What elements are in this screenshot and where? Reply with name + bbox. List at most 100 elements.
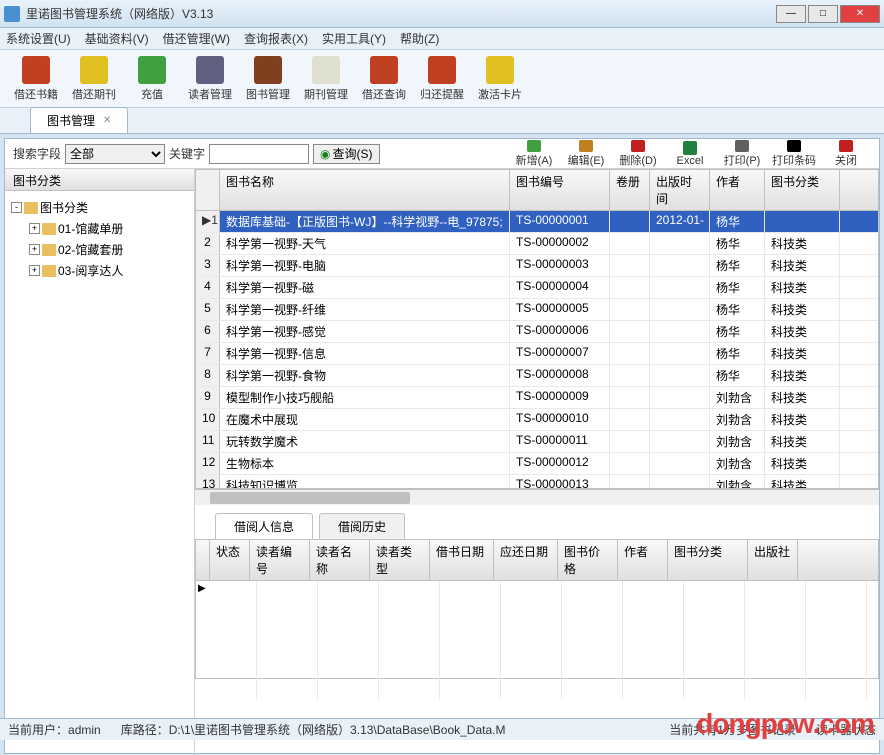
tool-btn-6[interactable]: 借还查询 bbox=[358, 53, 410, 105]
search-keyword-input[interactable] bbox=[209, 144, 309, 164]
sub-grid-header: 状态读者编号读者名称读者类型借书日期应还日期图书价格作者图书分类出版社 bbox=[196, 540, 878, 581]
tool-label: 图书管理 bbox=[246, 86, 290, 102]
action-label: 打印条码 bbox=[772, 152, 816, 168]
toolbar: 借还书籍借还期刊充值 读者管理图书管理期刊管理借还查询归还提醒激活卡片 bbox=[0, 50, 884, 108]
table-row[interactable]: 12 生物标本 TS-00000012 刘勃含 科技类 bbox=[196, 453, 878, 475]
sub-col-9[interactable]: 出版社 bbox=[748, 540, 798, 580]
action-btn-6[interactable]: 关闭 bbox=[821, 140, 871, 168]
tool-btn-2[interactable]: 充值 bbox=[126, 53, 178, 105]
tool-icon bbox=[254, 56, 282, 84]
sub-col-6[interactable]: 图书价格 bbox=[558, 540, 618, 580]
tool-icon bbox=[312, 56, 340, 84]
table-row[interactable]: 13 科技知识博览 TS-00000013 刘勃含 科技类 bbox=[196, 475, 878, 489]
action-label: 打印(P) bbox=[724, 152, 761, 168]
tab-book-manage[interactable]: 图书管理 ✕ bbox=[30, 107, 128, 133]
action-label: 编辑(E) bbox=[568, 152, 605, 168]
scroll-thumb[interactable] bbox=[210, 492, 410, 504]
search-button[interactable]: ◉ 查询(S) bbox=[313, 144, 379, 164]
tool-icon bbox=[80, 56, 108, 84]
action-bar: 新增(A) 编辑(E) 删除(D) Excel 打印(P) 打印条码关闭 bbox=[509, 139, 871, 169]
sub-col-8[interactable]: 图书分类 bbox=[668, 540, 748, 580]
book-grid[interactable]: 图书名称 图书编号 卷册 出版时间 作者 图书分类 ▶1 数据库基础-【正版图书… bbox=[195, 169, 879, 489]
close-button[interactable]: ✕ bbox=[840, 5, 880, 23]
sub-col-1[interactable]: 读者编号 bbox=[250, 540, 310, 580]
menu-borrow[interactable]: 借还管理(W) bbox=[163, 30, 230, 47]
tree-expand-icon[interactable]: - bbox=[11, 202, 22, 213]
folder-icon bbox=[24, 202, 38, 214]
col-date[interactable]: 出版时间 bbox=[650, 170, 710, 210]
sub-col-0[interactable]: 状态 bbox=[210, 540, 250, 580]
action-btn-1[interactable]: 编辑(E) bbox=[561, 140, 611, 168]
table-row[interactable]: ▶1 数据库基础-【正版图书-WJ】--科学视野--电_97875; TS-00… bbox=[196, 211, 878, 233]
table-row[interactable]: 4 科学第一视野-磁 TS-00000004 杨华 科技类 bbox=[196, 277, 878, 299]
col-code[interactable]: 图书编号 bbox=[510, 170, 610, 210]
sub-col-2[interactable]: 读者名称 bbox=[310, 540, 370, 580]
grid-header: 图书名称 图书编号 卷册 出版时间 作者 图书分类 bbox=[196, 170, 878, 211]
table-row[interactable]: 10 在魔术中展现 TS-00000010 刘勃含 科技类 bbox=[196, 409, 878, 431]
tree-node-2[interactable]: +03-阅享达人 bbox=[29, 260, 188, 281]
table-row[interactable]: 2 科学第一视野-天气 TS-00000002 杨华 科技类 bbox=[196, 233, 878, 255]
minimize-button[interactable]: — bbox=[776, 5, 806, 23]
tree-node-0[interactable]: +01-馆藏单册 bbox=[29, 218, 188, 239]
menu-tools[interactable]: 实用工具(Y) bbox=[322, 30, 386, 47]
tree-expand-icon[interactable]: + bbox=[29, 223, 40, 234]
tool-label: 充值 bbox=[141, 86, 163, 102]
tab-label: 图书管理 bbox=[47, 112, 95, 129]
tool-btn-7[interactable]: 归还提醒 bbox=[416, 53, 468, 105]
tool-btn-5[interactable]: 期刊管理 bbox=[300, 53, 352, 105]
table-row[interactable]: 7 科学第一视野-信息 TS-00000007 杨华 科技类 bbox=[196, 343, 878, 365]
maximize-button[interactable]: □ bbox=[808, 5, 838, 23]
table-row[interactable]: 5 科学第一视野-纤维 TS-00000005 杨华 科技类 bbox=[196, 299, 878, 321]
sub-grid[interactable]: 状态读者编号读者名称读者类型借书日期应还日期图书价格作者图书分类出版社 ▶ bbox=[195, 539, 879, 679]
sub-grid-body: ▶ bbox=[196, 581, 878, 699]
search-keyword-label: 关键字 bbox=[169, 145, 205, 162]
tree-expand-icon[interactable]: + bbox=[29, 265, 40, 276]
search-field-select[interactable]: 全部 bbox=[65, 144, 165, 164]
col-cat[interactable]: 图书分类 bbox=[765, 170, 840, 210]
menu-help[interactable]: 帮助(Z) bbox=[400, 30, 439, 47]
tree-header: 图书分类 bbox=[5, 169, 194, 191]
search-icon: ◉ bbox=[320, 147, 330, 161]
col-author[interactable]: 作者 bbox=[710, 170, 765, 210]
table-row[interactable]: 9 模型制作小技巧舰船 TS-00000009 刘勃含 科技类 bbox=[196, 387, 878, 409]
action-label: 新增(A) bbox=[516, 152, 553, 168]
table-row[interactable]: 3 科学第一视野-电脑 TS-00000003 杨华 科技类 bbox=[196, 255, 878, 277]
tool-btn-3[interactable]: 读者管理 bbox=[184, 53, 236, 105]
horizontal-scrollbar[interactable] bbox=[195, 489, 879, 505]
tab-close-icon[interactable]: ✕ bbox=[103, 115, 111, 126]
tree-root[interactable]: - 图书分类 bbox=[11, 197, 188, 218]
table-row[interactable]: 11 玩转数学魔术 TS-00000011 刘勃含 科技类 bbox=[196, 431, 878, 453]
menu-query[interactable]: 查询报表(X) bbox=[244, 30, 308, 47]
table-row[interactable]: 6 科学第一视野-感觉 TS-00000006 杨华 科技类 bbox=[196, 321, 878, 343]
grid-panel: 图书名称 图书编号 卷册 出版时间 作者 图书分类 ▶1 数据库基础-【正版图书… bbox=[195, 169, 879, 755]
action-btn-0[interactable]: 新增(A) bbox=[509, 140, 559, 168]
sub-tab-history[interactable]: 借阅历史 bbox=[319, 513, 405, 539]
action-label: Excel bbox=[677, 155, 704, 167]
tool-btn-1[interactable]: 借还期刊 bbox=[68, 53, 120, 105]
menu-basic[interactable]: 基础资料(V) bbox=[85, 30, 149, 47]
sub-col-3[interactable]: 读者类型 bbox=[370, 540, 430, 580]
action-btn-4[interactable]: 打印(P) bbox=[717, 140, 767, 168]
sub-col-4[interactable]: 借书日期 bbox=[430, 540, 494, 580]
menu-system[interactable]: 系统设置(U) bbox=[6, 30, 71, 47]
col-vol[interactable]: 卷册 bbox=[610, 170, 650, 210]
action-label: 删除(D) bbox=[619, 152, 656, 168]
sub-col-5[interactable]: 应还日期 bbox=[494, 540, 558, 580]
tool-btn-0[interactable]: 借还书籍 bbox=[10, 53, 62, 105]
table-row[interactable]: 8 科学第一视野-食物 TS-00000008 杨华 科技类 bbox=[196, 365, 878, 387]
folder-icon bbox=[42, 244, 56, 256]
sub-col-7[interactable]: 作者 bbox=[618, 540, 668, 580]
sub-tab-borrower[interactable]: 借阅人信息 bbox=[215, 513, 313, 539]
action-btn-5[interactable]: 打印条码 bbox=[769, 140, 819, 168]
tool-icon bbox=[486, 56, 514, 84]
tool-btn-8[interactable]: 激活卡片 bbox=[474, 53, 526, 105]
tree-expand-icon[interactable]: + bbox=[29, 244, 40, 255]
tool-label: 归还提醒 bbox=[420, 86, 464, 102]
current-row-arrow-icon: ▶ bbox=[198, 583, 206, 594]
col-name[interactable]: 图书名称 bbox=[220, 170, 510, 210]
tree-node-1[interactable]: +02-馆藏套册 bbox=[29, 239, 188, 260]
action-btn-2[interactable]: 删除(D) bbox=[613, 140, 663, 168]
tool-btn-4[interactable]: 图书管理 bbox=[242, 53, 294, 105]
tool-label: 激活卡片 bbox=[478, 86, 522, 102]
action-btn-3[interactable]: Excel bbox=[665, 140, 715, 168]
